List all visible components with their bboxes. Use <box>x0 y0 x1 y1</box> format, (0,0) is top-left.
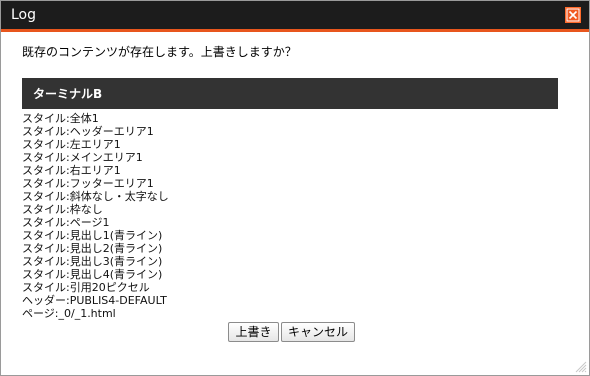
cancel-button[interactable]: キャンセル <box>281 322 355 342</box>
list-item: スタイル:斜体なし・太字なし <box>22 190 169 203</box>
confirm-message: 既存のコンテンツが存在します。上書きしますか？ <box>22 45 297 59</box>
title-bar[interactable]: Log <box>1 1 589 32</box>
list-item: スタイル:見出し3(青ライン) <box>22 255 163 268</box>
log-dialog: Log 既存のコンテンツが存在します。上書きしますか？ ターミナルB スタイル:… <box>0 0 590 376</box>
content-list: スタイル:全体1 スタイル:ヘッダーエリア1 スタイル:左エリア1 スタイル:メ… <box>22 112 562 320</box>
overwrite-button[interactable]: 上書き <box>228 322 279 342</box>
resize-grip-icon[interactable] <box>573 359 587 373</box>
close-icon <box>566 8 580 22</box>
section-header: ターミナルB <box>22 78 558 109</box>
list-item: スタイル:ヘッダーエリア1 <box>22 125 154 138</box>
list-item: スタイル:メインエリア1 <box>22 151 143 164</box>
list-item: スタイル:枠なし <box>22 203 103 216</box>
list-item: スタイル:フッターエリア1 <box>22 177 154 190</box>
list-item: ページ:_0/_1.html <box>22 307 116 320</box>
list-item: スタイル:見出し1(青ライン) <box>22 229 163 242</box>
close-button[interactable] <box>565 7 581 23</box>
list-item: スタイル:見出し4(青ライン) <box>22 268 163 281</box>
list-item: スタイル:全体1 <box>22 112 99 125</box>
list-item: スタイル:見出し2(青ライン) <box>22 242 163 255</box>
list-item: スタイル:ページ1 <box>22 216 110 229</box>
list-item: スタイル:引用20ピクセル <box>22 281 150 294</box>
section-title: ターミナルB <box>33 87 103 101</box>
list-item: スタイル:左エリア1 <box>22 138 121 151</box>
window-title: Log <box>11 7 37 23</box>
list-item: ヘッダー:PUBLIS4-DEFAULT <box>22 294 167 307</box>
list-item: スタイル:右エリア1 <box>22 164 121 177</box>
